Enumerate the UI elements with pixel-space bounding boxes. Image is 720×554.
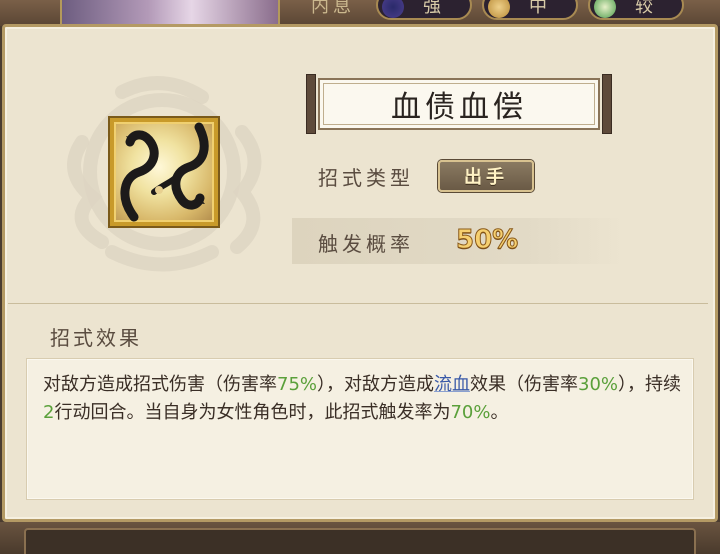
black-snakes-icon [120, 122, 209, 222]
tab-neixi[interactable]: 内息 [300, 0, 366, 20]
trigger-rate-value: 50% [455, 225, 519, 256]
tab-qiang-label: 强 [423, 0, 445, 17]
bottom-strip [0, 522, 720, 554]
desc-text: ），持续 [618, 374, 682, 395]
skill-type-label: 招式类型 [318, 166, 414, 190]
divider [8, 303, 708, 304]
skill-title-plate: 血债血偿 [318, 78, 600, 130]
desc-text: ），对敌方造成 [317, 374, 435, 395]
desc-text: 对敌方造成招式伤害（伤害率 [43, 374, 277, 395]
effect-description: 对敌方造成招式伤害（伤害率75%），对敌方造成流血效果（伤害率30%），持续 2行… [43, 371, 683, 427]
skill-title-banner: 血债血偿 [306, 74, 612, 134]
effect-section-title: 招式效果 [50, 326, 142, 350]
portrait-strip [60, 0, 280, 26]
green-orb-icon [594, 0, 616, 18]
desc-text: 效果（伤害率 [470, 374, 579, 395]
bleed-keyword-link[interactable]: 流血 [434, 374, 470, 395]
skill-type-badge: 出手 [438, 160, 534, 192]
skill-type-value: 出手 [464, 167, 508, 188]
tab-neixi-label: 内息 [311, 0, 355, 17]
tab-zhong-label: 中 [529, 0, 551, 17]
female-trigger-rate-value: 70% [450, 402, 491, 423]
duration-value: 2 [43, 402, 55, 423]
top-tab-strip: 内息 强 中 较 [0, 0, 720, 26]
trigger-rate-label: 触发概率 [318, 232, 414, 256]
tab-zhong[interactable]: 中 [482, 0, 578, 20]
tab-ruo[interactable]: 较 [588, 0, 684, 20]
desc-text: 。 [490, 402, 509, 423]
bleed-rate-value: 30% [578, 374, 619, 395]
purple-orb-icon [382, 0, 404, 18]
damage-rate-value: 75% [277, 374, 318, 395]
effect-description-box: 对敌方造成招式伤害（伤害率75%），对敌方造成流血效果（伤害率30%），持续 2行… [26, 358, 694, 500]
tab-ruo-label: 较 [635, 0, 657, 17]
tab-qiang[interactable]: 强 [376, 0, 472, 20]
gold-orb-icon [488, 0, 510, 18]
skill-name: 血债血偿 [391, 90, 527, 125]
desc-text: 行动回合。当自身为女性角色时，此招式触发率为 [54, 402, 451, 423]
skill-icon [110, 118, 218, 226]
